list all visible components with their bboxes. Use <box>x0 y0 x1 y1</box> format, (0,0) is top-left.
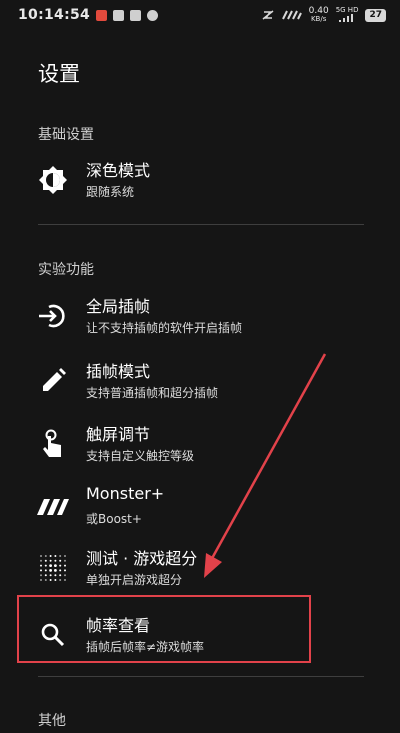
settings-page: 10:14:54 0.40 KB/s 5G HD 27 设置 基础设置 深色模式… <box>0 0 400 733</box>
annotation-arrow <box>204 353 327 578</box>
